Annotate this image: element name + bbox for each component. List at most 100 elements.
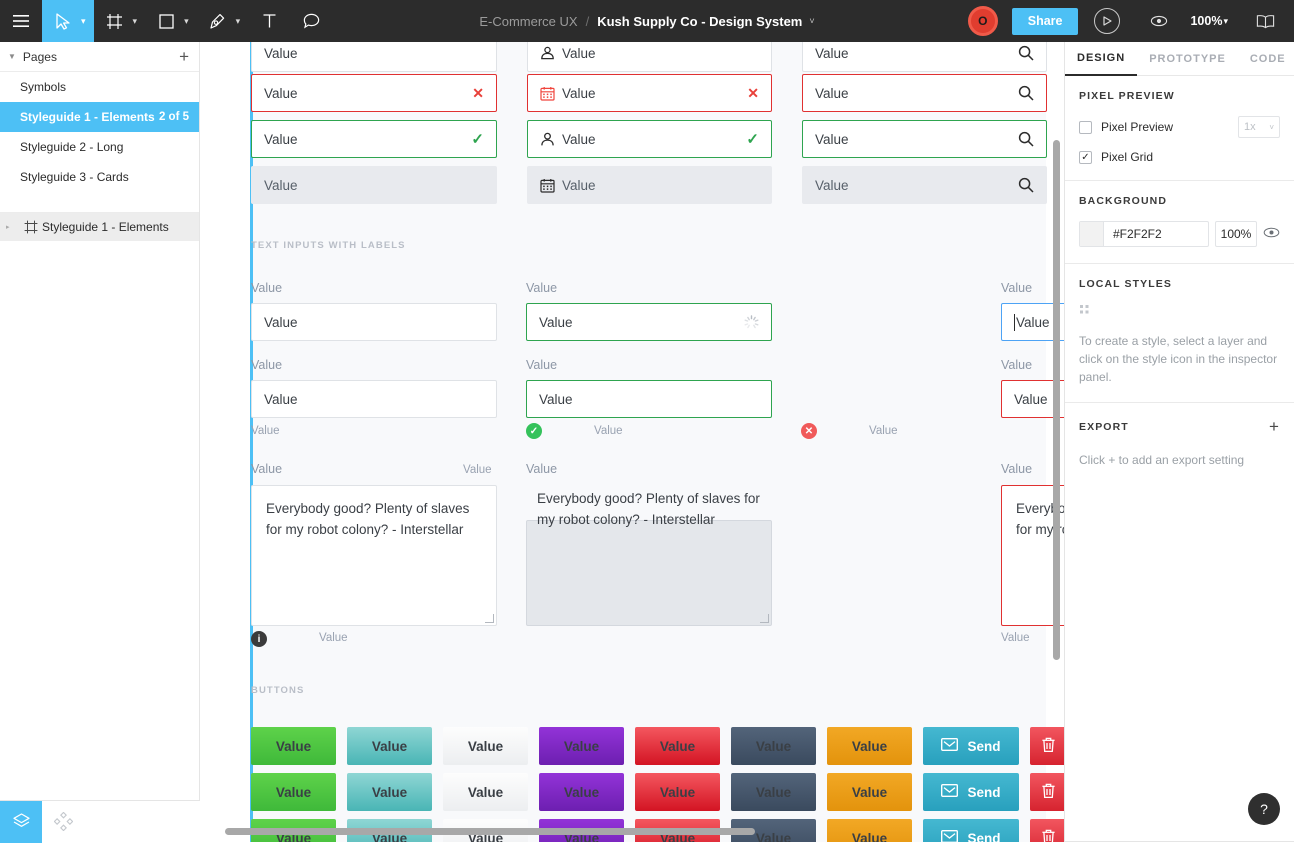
page-item-symbols[interactable]: Symbols <box>0 72 199 102</box>
input-label: Value <box>526 281 557 295</box>
move-tool[interactable]: ▾ <box>42 0 94 42</box>
shape-tool[interactable]: ▾ <box>145 0 197 42</box>
trash-icon <box>1041 783 1056 802</box>
tab-design[interactable]: DESIGN <box>1065 42 1137 76</box>
background-color-field[interactable]: #F2F2F2 <box>1079 221 1209 247</box>
library-button[interactable] <box>1244 0 1286 42</box>
artboard-frame[interactable] <box>250 42 1046 842</box>
button-red[interactable]: Value <box>635 773 720 811</box>
frame-tool[interactable]: ▾ <box>94 0 146 42</box>
eye-icon[interactable] <box>1263 225 1280 243</box>
text-input-search-success[interactable]: Value <box>802 120 1047 158</box>
button-slate[interactable]: Value <box>731 773 816 811</box>
frame-tool-caret-icon[interactable]: ▾ <box>133 16 138 27</box>
page-item-styleguide-2-long[interactable]: Styleguide 2 - Long <box>0 132 199 162</box>
button-purple[interactable]: Value <box>539 773 624 811</box>
canvas-horizontal-scrollbar[interactable] <box>225 828 755 835</box>
zoom-control[interactable]: 100% ▾ <box>1190 14 1232 28</box>
button-light[interactable]: Value <box>443 773 528 811</box>
button-green[interactable]: Value <box>251 773 336 811</box>
pixel-preview-row[interactable]: Pixel Preview 1x ˅ <box>1079 116 1280 138</box>
search-icon[interactable] <box>1018 45 1034 61</box>
page-item-styleguide-1-elements[interactable]: Styleguide 1 - Elements 2 of 5 <box>0 102 199 132</box>
button-orange[interactable]: Value <box>827 727 912 765</box>
button-orange[interactable]: Value <box>827 819 912 842</box>
help-button[interactable]: ? <box>1248 793 1280 825</box>
labeled-input-success[interactable]: Value <box>526 380 772 418</box>
style-grid-icon[interactable] <box>1079 304 1093 318</box>
x-mark-icon: ✕ <box>472 85 484 102</box>
design-canvas[interactable]: Value Value Value Value ✕ Value ✕ Value … <box>200 42 1064 842</box>
tab-code[interactable]: CODE <box>1238 42 1294 76</box>
button-delete[interactable] <box>1030 819 1064 842</box>
resize-grip-icon[interactable] <box>485 614 494 623</box>
text-input-success-2[interactable]: Value ✓ <box>527 120 772 158</box>
text-tool-icon[interactable] <box>248 0 290 42</box>
button-send[interactable]: Send <box>923 773 1019 811</box>
project-name[interactable]: E-Commerce UX <box>479 14 577 29</box>
background-section: BACKGROUND #F2F2F2 100% <box>1065 181 1294 264</box>
layer-row[interactable]: ▸ Styleguide 1 - Elements <box>0 213 199 241</box>
zoom-caret-icon[interactable]: ▾ <box>1223 16 1228 27</box>
move-tool-caret-icon[interactable]: ▾ <box>81 16 86 27</box>
button-slate[interactable]: Value <box>731 727 816 765</box>
layer-expand-icon[interactable]: ▸ <box>6 223 20 231</box>
text-input-error-2[interactable]: Value ✕ <box>527 74 772 112</box>
components-icon[interactable] <box>42 801 84 843</box>
pen-tool[interactable]: ▾ <box>197 0 249 42</box>
labeled-input-default-2[interactable]: Value <box>251 380 497 418</box>
tab-prototype[interactable]: PROTOTYPE <box>1137 42 1238 76</box>
search-icon[interactable] <box>1018 85 1034 101</box>
view-visibility-button[interactable] <box>1138 0 1180 42</box>
button-purple[interactable]: Value <box>539 727 624 765</box>
textarea-default[interactable]: Everybody good? Plenty of slaves for my … <box>251 485 497 626</box>
file-menu-caret-icon[interactable]: ˅ <box>809 16 814 26</box>
add-export-button[interactable]: + <box>1269 417 1280 437</box>
button-teal[interactable]: Value <box>347 727 432 765</box>
pen-tool-caret-icon[interactable]: ▾ <box>236 16 241 27</box>
button-orange[interactable]: Value <box>827 773 912 811</box>
comment-tool-icon[interactable] <box>290 0 332 42</box>
search-icon[interactable] <box>1018 131 1034 147</box>
button-light[interactable]: Value <box>443 727 528 765</box>
button-green[interactable]: Value <box>251 727 336 765</box>
button-delete[interactable] <box>1030 727 1064 765</box>
page-item-styleguide-3-cards[interactable]: Styleguide 3 - Cards <box>0 162 199 192</box>
text-input-search-1[interactable]: Value <box>802 42 1047 72</box>
pixel-preview-checkbox[interactable] <box>1079 121 1092 134</box>
pages-collapse-icon[interactable]: ▼ <box>8 52 16 61</box>
file-name[interactable]: Kush Supply Co - Design System <box>597 14 802 29</box>
labeled-input-default-1[interactable]: Value <box>251 303 497 341</box>
button-red[interactable]: Value <box>635 727 720 765</box>
textarea-hint: Value <box>319 632 348 644</box>
input-value: Value <box>562 46 759 61</box>
share-button[interactable]: Share <box>1012 8 1079 35</box>
main-menu-button[interactable] <box>0 0 42 42</box>
layers-icon[interactable] <box>0 801 42 843</box>
button-delete[interactable] <box>1030 773 1064 811</box>
add-page-button[interactable]: + <box>179 48 189 65</box>
text-input-error-1[interactable]: Value ✕ <box>251 74 497 112</box>
color-swatch[interactable] <box>1080 222 1104 246</box>
canvas-vertical-scrollbar[interactable] <box>1053 140 1060 660</box>
button-send[interactable]: Send <box>923 819 1019 842</box>
button-send[interactable]: Send <box>923 727 1019 765</box>
button-label: Value <box>276 785 311 800</box>
labeled-input-loading[interactable]: Value <box>526 303 772 341</box>
text-input-default-1[interactable]: Value <box>251 42 497 72</box>
pages-label: Pages <box>23 50 179 64</box>
background-opacity-field[interactable]: 100% <box>1215 221 1257 247</box>
button-teal[interactable]: Value <box>347 773 432 811</box>
avatar[interactable]: O <box>968 6 998 36</box>
pixel-grid-checkbox[interactable]: ✓ <box>1079 151 1092 164</box>
layer-label: Styleguide 1 - Elements <box>42 220 169 234</box>
present-button[interactable] <box>1094 8 1120 34</box>
text-input-success-1[interactable]: Value ✓ <box>251 120 497 158</box>
chevron-down-icon[interactable]: ˅ <box>1269 123 1274 132</box>
text-input-search-error[interactable]: Value <box>802 74 1047 112</box>
shape-tool-caret-icon[interactable]: ▾ <box>184 16 189 27</box>
text-input-default-2[interactable]: Value <box>527 42 772 72</box>
pixel-scale-select[interactable]: 1x ˅ <box>1238 116 1280 138</box>
pixel-grid-row[interactable]: ✓ Pixel Grid <box>1079 150 1280 164</box>
check-mark-icon: ✓ <box>746 130 759 148</box>
